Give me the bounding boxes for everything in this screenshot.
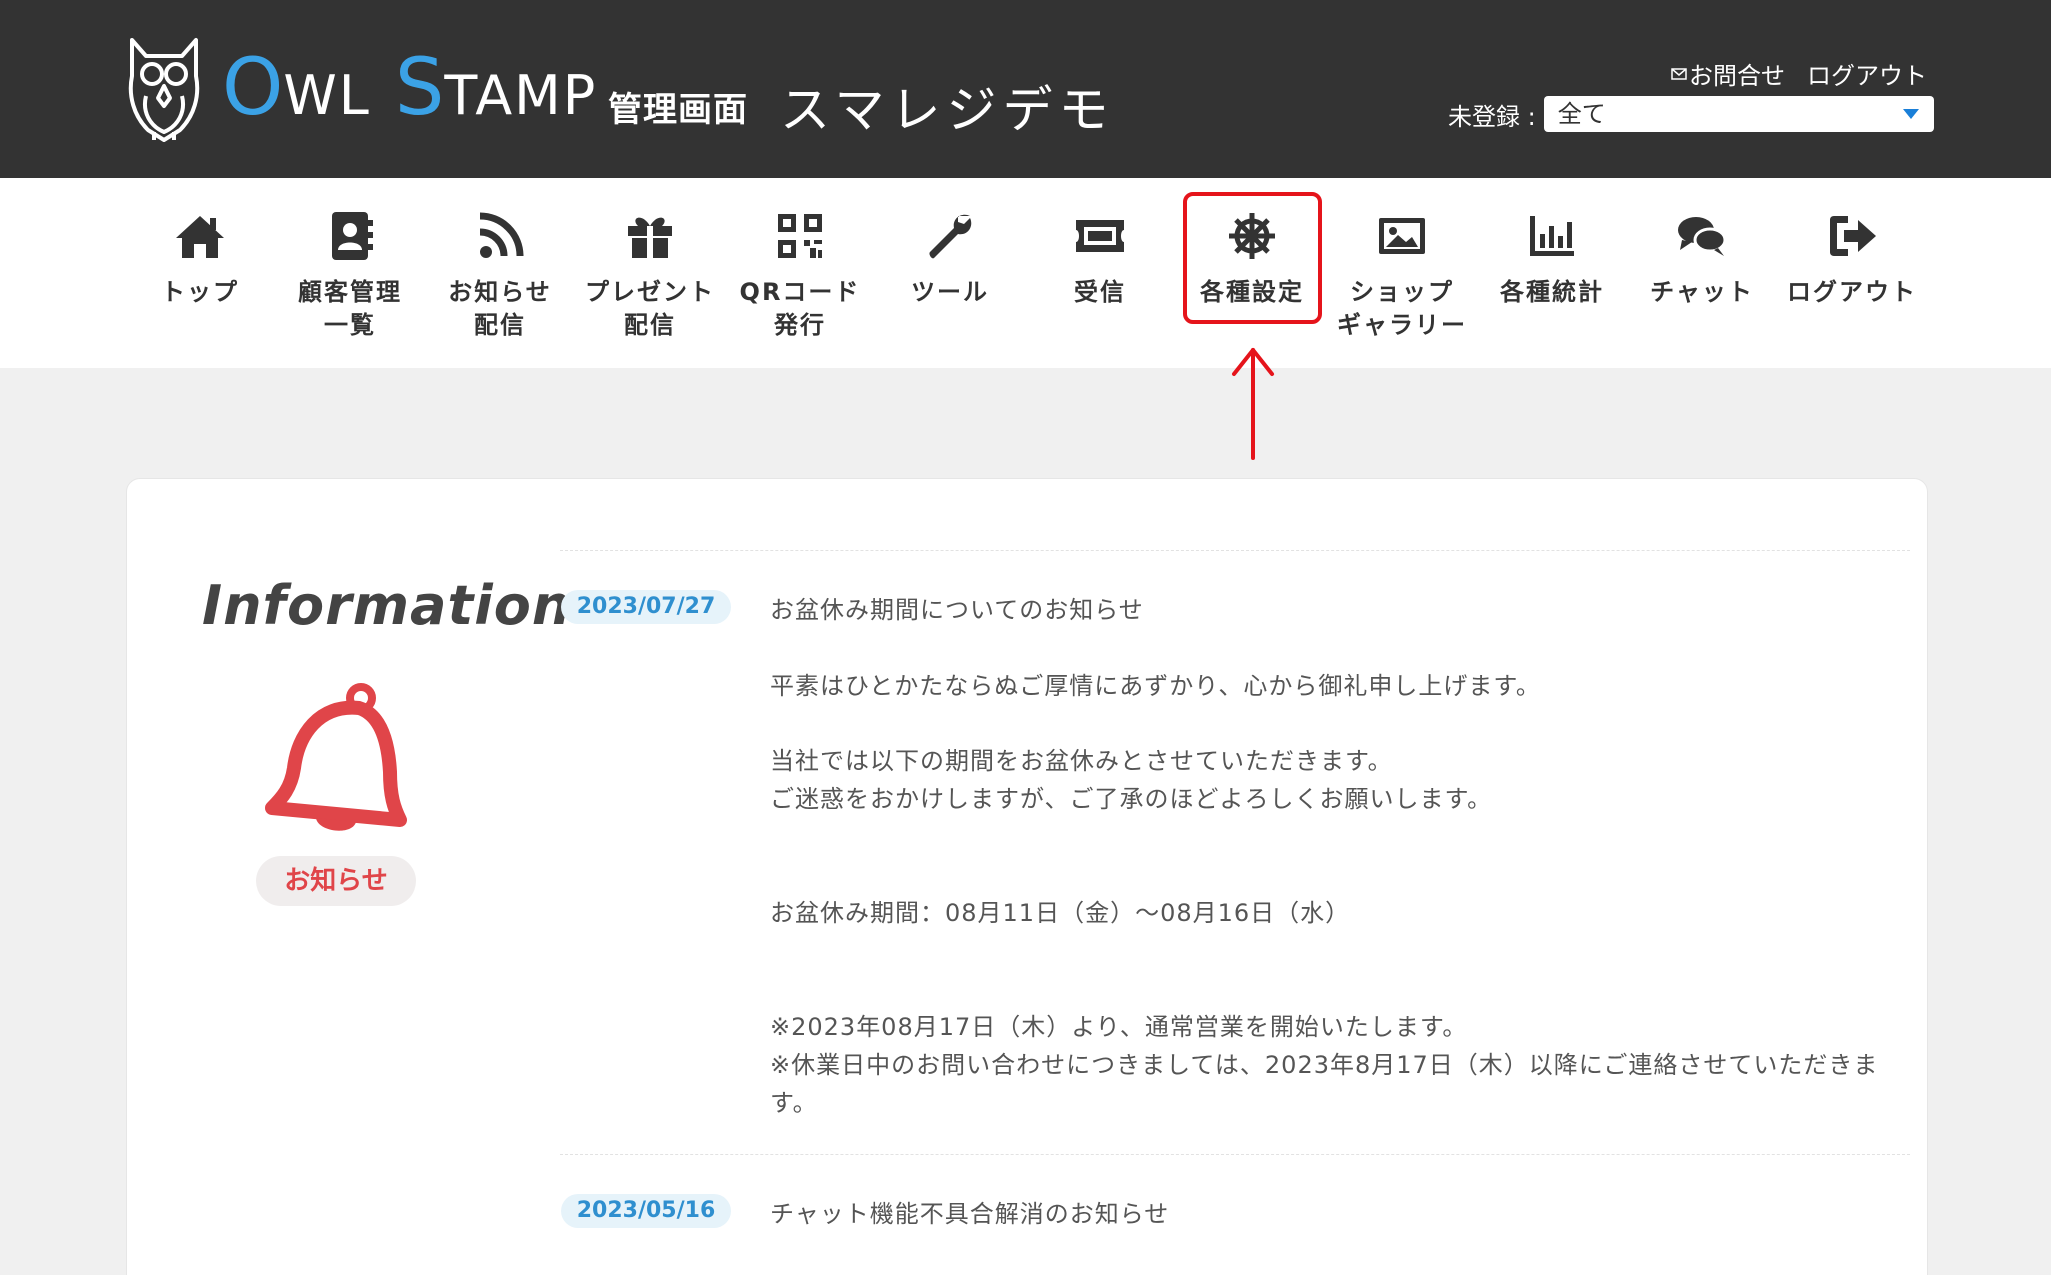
nav-item-label: QRコード 発行 [739,278,861,339]
nav-item-label: チャット [1650,278,1754,306]
information-title: Information [202,574,572,637]
brand-s: S [394,43,445,133]
news-body-line: ※休業日中のお問い合わせにつきましては、2023年8月17日（木）以降にご連絡さ… [770,1051,1879,1079]
nav-item-qr-code[interactable]: QRコード 発行 [725,178,875,368]
top-links: お問合せ ログアウト [1671,56,1927,91]
news-divider [560,1154,1910,1155]
shop-name: スマレジデモ [780,81,1115,139]
caret-down-icon [1902,109,1919,119]
brand-wordmark: O WL S TAMP [222,48,597,128]
news-body-line: 当社では以下の期間をお盆休みとさせていただきます。 [770,747,1393,775]
mail-icon [1671,67,1687,80]
nav-item-chat[interactable]: チャット [1627,178,1777,368]
news-divider [560,550,1910,551]
nav-item-label: プレゼント 配信 [585,278,715,339]
sign-out-icon [1830,216,1876,256]
nav-item-shop-gallery[interactable]: ショップ ギャラリー [1327,178,1477,368]
contact-link-label: お問合せ [1689,62,1785,90]
gift-icon [628,217,672,258]
nav-item-statistics[interactable]: 各種統計 [1477,178,1627,368]
news-title[interactable]: チャット機能不具合解消のお知らせ [770,1194,1169,1229]
wrench-icon [929,214,972,259]
filter-selected-value: 全て [1557,100,1606,128]
owl-logo-icon[interactable] [124,36,204,142]
nav-item-customers[interactable]: 顧客管理 一覧 [275,178,425,368]
header-logout-link[interactable]: ログアウト [1807,56,1927,91]
image-icon [1379,218,1425,254]
brand-tamp: TAMP [444,64,598,127]
nav-item-label: ログアウト [1787,278,1917,306]
contact-link[interactable]: お問合せ [1671,56,1785,91]
bell-icon [265,683,407,831]
settings-highlight-box [1183,192,1322,324]
news-body-line: ※2023年08月17日（木）より、通常営業を開始いたします。 [770,1013,1468,1041]
ticket-icon [1076,220,1124,252]
contacts-icon [332,212,373,260]
news-body-line: お盆休み期間：08月11日（金）〜08月16日（水） [770,899,1351,927]
rss-icon [479,212,524,258]
brand-wl: WL [283,64,371,127]
nav-item-inbox[interactable]: 受信 [1025,178,1175,368]
nav-item-news-delivery[interactable]: お知らせ 配信 [425,178,575,368]
admin-label: 管理画面 [608,90,748,130]
app-header: O WL S TAMP 管理画面 スマレジデモ お問合せ ログアウト 未登録 :… [0,0,2051,178]
news-body-line: ご迷惑をおかけしますが、ご了承のほどよろしくお願いします。 [770,785,1493,813]
nav-item-present-delivery[interactable]: プレゼント 配信 [575,178,725,368]
arrow-up-icon [1232,348,1274,460]
registration-filter: 未登録 : 全て [1448,96,1934,132]
nav-item-label: 受信 [1074,278,1126,306]
notice-badge: お知らせ [256,856,416,906]
news-body-line: 平素はひとかたならぬご厚情にあずかり、心から御礼申し上げます。 [770,672,1541,700]
news-date-badge: 2023/07/27 [561,590,731,624]
bar-chart-icon [1530,216,1574,256]
nav-item-label: ツール [911,278,989,306]
qr-code-icon [778,214,822,258]
news-title[interactable]: お盆休み期間についてのお知らせ [770,590,1144,625]
nav-item-label: ショップ ギャラリー [1337,278,1467,339]
news-body-line: す。 [770,1089,818,1117]
nav-item-logout[interactable]: ログアウト [1777,178,1927,368]
nav-item-top[interactable]: トップ [125,178,275,368]
brand-o: O [222,43,284,133]
home-icon [176,216,224,258]
filter-label: 未登録 : [1448,102,1536,131]
news-date-badge: 2023/05/16 [561,1194,731,1228]
main-nav: トップ 顧客管理 一覧 お知らせ 配信 プレゼント 配信 QRコード 発行 ツー… [0,178,2051,368]
nav-item-label: トップ [161,278,239,306]
chat-icon [1678,217,1727,256]
filter-select[interactable]: 全て [1543,96,1934,132]
nav-item-label: お知らせ 配信 [448,278,552,339]
nav-item-label: 各種統計 [1500,278,1604,306]
nav-item-tools[interactable]: ツール [875,178,1025,368]
nav-item-label: 顧客管理 一覧 [298,278,402,339]
